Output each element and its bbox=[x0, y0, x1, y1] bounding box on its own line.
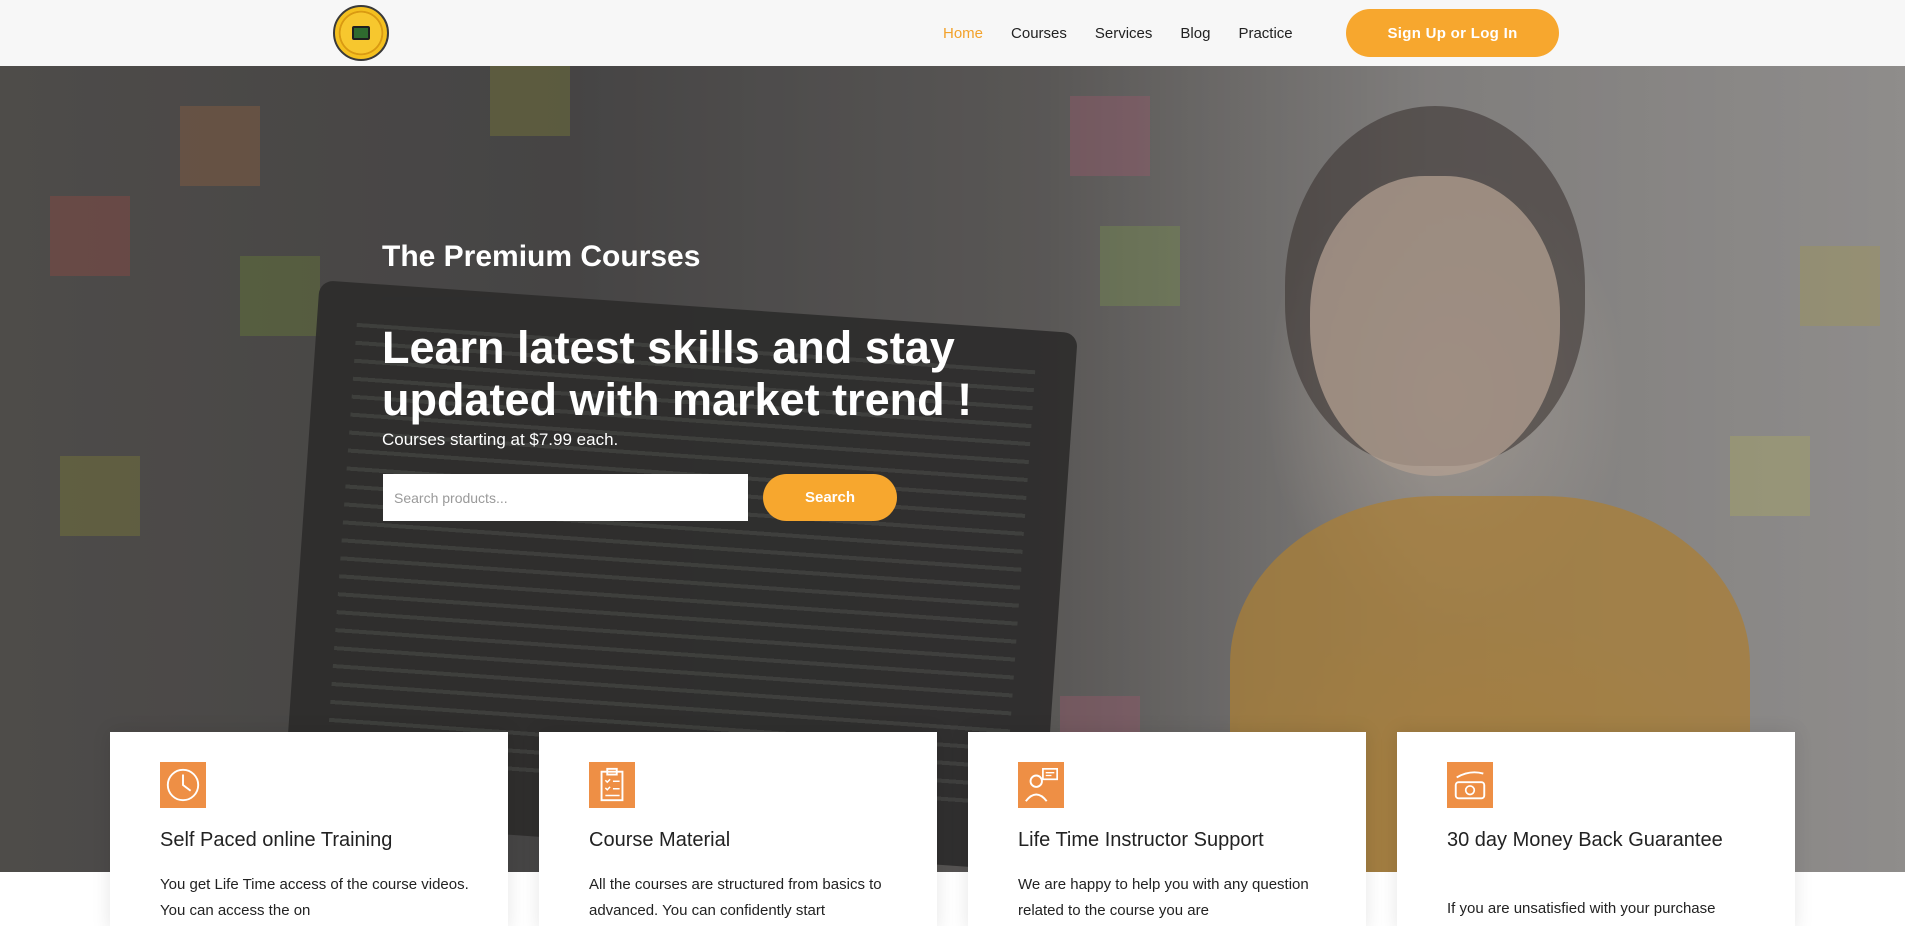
clipboard-checklist-icon bbox=[589, 762, 635, 808]
feature-text: We are happy to help you with any questi… bbox=[1018, 876, 1309, 919]
features-row: Self Paced online Training You get Life … bbox=[110, 732, 1796, 926]
hero-subtitle: Courses starting at $7.99 each. bbox=[382, 430, 619, 449]
nav-courses-link[interactable]: Courses bbox=[1011, 25, 1067, 42]
top-navbar: Home Courses Services Blog Practice Sign… bbox=[0, 0, 1905, 66]
main-nav: Home Courses Services Blog Practice bbox=[943, 0, 1321, 66]
search-button[interactable]: Search bbox=[763, 474, 897, 521]
money-back-icon bbox=[1447, 762, 1493, 808]
feature-card: 30 day Money Back Guarantee If you are u… bbox=[1397, 732, 1795, 926]
feature-card: Self Paced online Training You get Life … bbox=[110, 732, 508, 926]
feature-card: Course Material All the courses are stru… bbox=[539, 732, 937, 926]
signup-login-button[interactable]: Sign Up or Log In bbox=[1346, 9, 1559, 57]
nav-services-link[interactable]: Services bbox=[1095, 25, 1153, 42]
logo-badge-icon[interactable] bbox=[333, 5, 389, 61]
hero-divider bbox=[382, 297, 495, 300]
nav-practice-link[interactable]: Practice bbox=[1238, 25, 1292, 42]
feature-title: Life Time Instructor Support bbox=[1018, 829, 1264, 851]
feature-title: Self Paced online Training bbox=[160, 829, 393, 851]
hero-headline: Learn latest skills and stay updated wit… bbox=[382, 322, 973, 425]
feature-text: All the courses are structured from basi… bbox=[589, 876, 882, 919]
nav-home-link[interactable]: Home bbox=[943, 25, 983, 42]
feature-card: Life Time Instructor Support We are happ… bbox=[968, 732, 1366, 926]
instructor-support-icon bbox=[1018, 762, 1064, 808]
feature-title: 30 day Money Back Guarantee bbox=[1447, 829, 1723, 851]
search-input[interactable] bbox=[383, 474, 748, 521]
feature-title: Course Material bbox=[589, 829, 731, 851]
feature-text: If you are unsatisfied with your purchas… bbox=[1447, 900, 1716, 917]
feature-text: You get Life Time access of the course v… bbox=[160, 876, 469, 919]
clock-icon bbox=[160, 762, 206, 808]
hero-kicker: The Premium Courses bbox=[382, 240, 701, 273]
nav-blog-link[interactable]: Blog bbox=[1180, 25, 1210, 42]
